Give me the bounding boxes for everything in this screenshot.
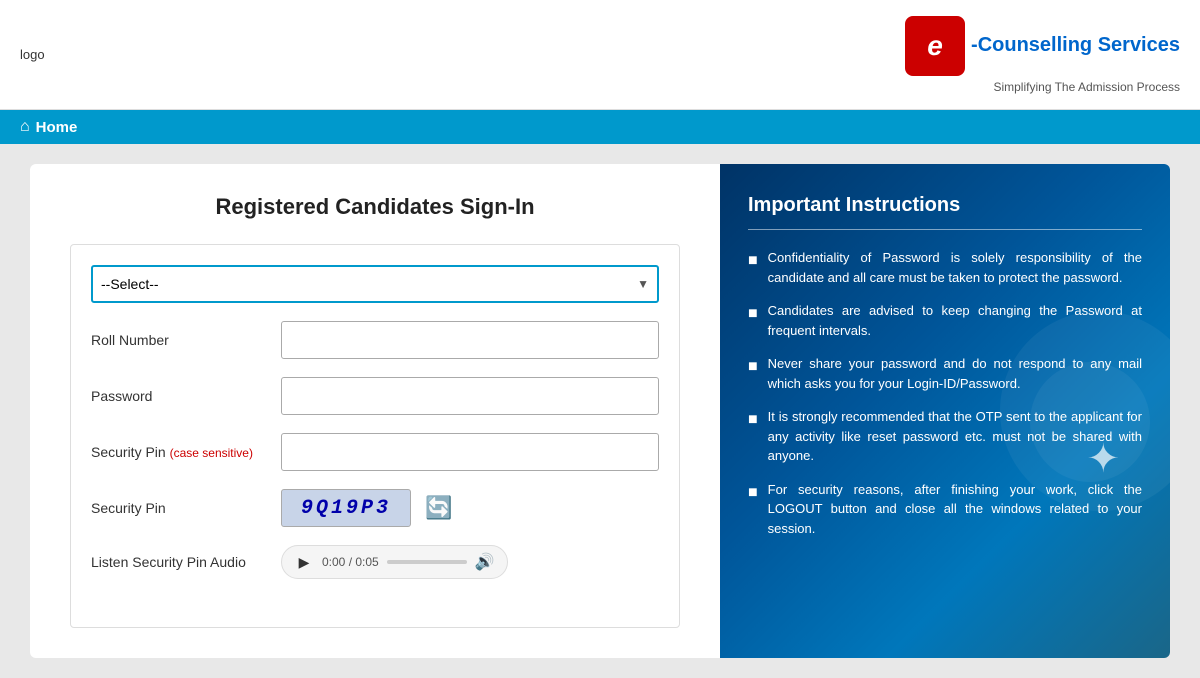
security-pin-input[interactable] — [281, 433, 659, 471]
form-panel: Registered Candidates Sign-In --Select--… — [30, 164, 720, 658]
password-input[interactable] — [281, 377, 659, 415]
select-row: --Select--Option 1Option 2 ▼ — [91, 265, 659, 303]
audio-label: Listen Security Pin Audio — [91, 554, 271, 570]
main-container: Registered Candidates Sign-In --Select--… — [0, 144, 1200, 678]
audio-time: 0:00 / 0:05 — [322, 555, 379, 569]
roll-number-row: Roll Number — [91, 321, 659, 359]
security-pin-input-row: Security Pin (case sensitive) — [91, 433, 659, 471]
page-header: logo e -Counselling Services Simplifying… — [0, 0, 1200, 110]
instruction-item-3: ■ Never share your password and do not r… — [748, 354, 1142, 393]
captcha-display: 9Q19P3 🔄 — [281, 489, 457, 527]
audio-row: Listen Security Pin Audio ▶ 0:00 / 0:05 … — [91, 545, 659, 579]
form-inner: --Select--Option 1Option 2 ▼ Roll Number… — [70, 244, 680, 628]
instruction-item-1: ■ Confidentiality of Password is solely … — [748, 248, 1142, 287]
bullet-icon-2: ■ — [748, 302, 758, 340]
password-row: Password — [91, 377, 659, 415]
select-wrapper: --Select--Option 1Option 2 ▼ — [91, 265, 659, 303]
password-label: Password — [91, 388, 271, 404]
instruction-item-5: ■ For security reasons, after finishing … — [748, 480, 1142, 539]
brand-box: e -Counselling Services — [905, 16, 1180, 76]
roll-number-label: Roll Number — [91, 332, 271, 348]
instruction-item-2: ■ Candidates are advised to keep changin… — [748, 301, 1142, 340]
captcha-image: 9Q19P3 — [281, 489, 411, 527]
brand-section: e -Counselling Services Simplifying The … — [905, 16, 1180, 94]
content-box: Registered Candidates Sign-In --Select--… — [30, 164, 1170, 658]
instructions-panel: Important Instructions ■ Confidentiality… — [720, 164, 1170, 658]
roll-number-input[interactable] — [281, 321, 659, 359]
captcha-refresh-button[interactable]: 🔄 — [421, 490, 457, 526]
instruction-item-4: ■ It is strongly recommended that the OT… — [748, 407, 1142, 466]
instructions-divider — [748, 229, 1142, 230]
home-icon: ⌂ — [20, 118, 30, 136]
brand-name: -Counselling Services — [971, 34, 1180, 57]
bullet-icon-1: ■ — [748, 249, 758, 287]
brand-tagline: Simplifying The Admission Process — [993, 80, 1180, 94]
bullet-icon-5: ■ — [748, 481, 758, 539]
form-title: Registered Candidates Sign-In — [70, 194, 680, 220]
audio-player: ▶ 0:00 / 0:05 🔊 — [281, 545, 508, 579]
security-pin-label: Security Pin (case sensitive) — [91, 444, 271, 460]
play-button[interactable]: ▶ — [294, 552, 314, 572]
category-select[interactable]: --Select--Option 1Option 2 — [91, 265, 659, 303]
navigation-bar: ⌂ Home — [0, 110, 1200, 144]
logo-text: logo — [20, 47, 45, 62]
case-note: (case sensitive) — [170, 446, 253, 460]
brand-icon: e — [905, 16, 965, 76]
captcha-label: Security Pin — [91, 500, 271, 516]
captcha-row: Security Pin 9Q19P3 🔄 — [91, 489, 659, 527]
audio-progress-bar[interactable] — [387, 560, 467, 564]
bullet-icon-3: ■ — [748, 355, 758, 393]
bullet-icon-4: ■ — [748, 408, 758, 466]
audio-volume-icon[interactable]: 🔊 — [475, 552, 495, 572]
instructions-title: Important Instructions — [748, 194, 1142, 217]
home-link[interactable]: Home — [36, 119, 78, 136]
